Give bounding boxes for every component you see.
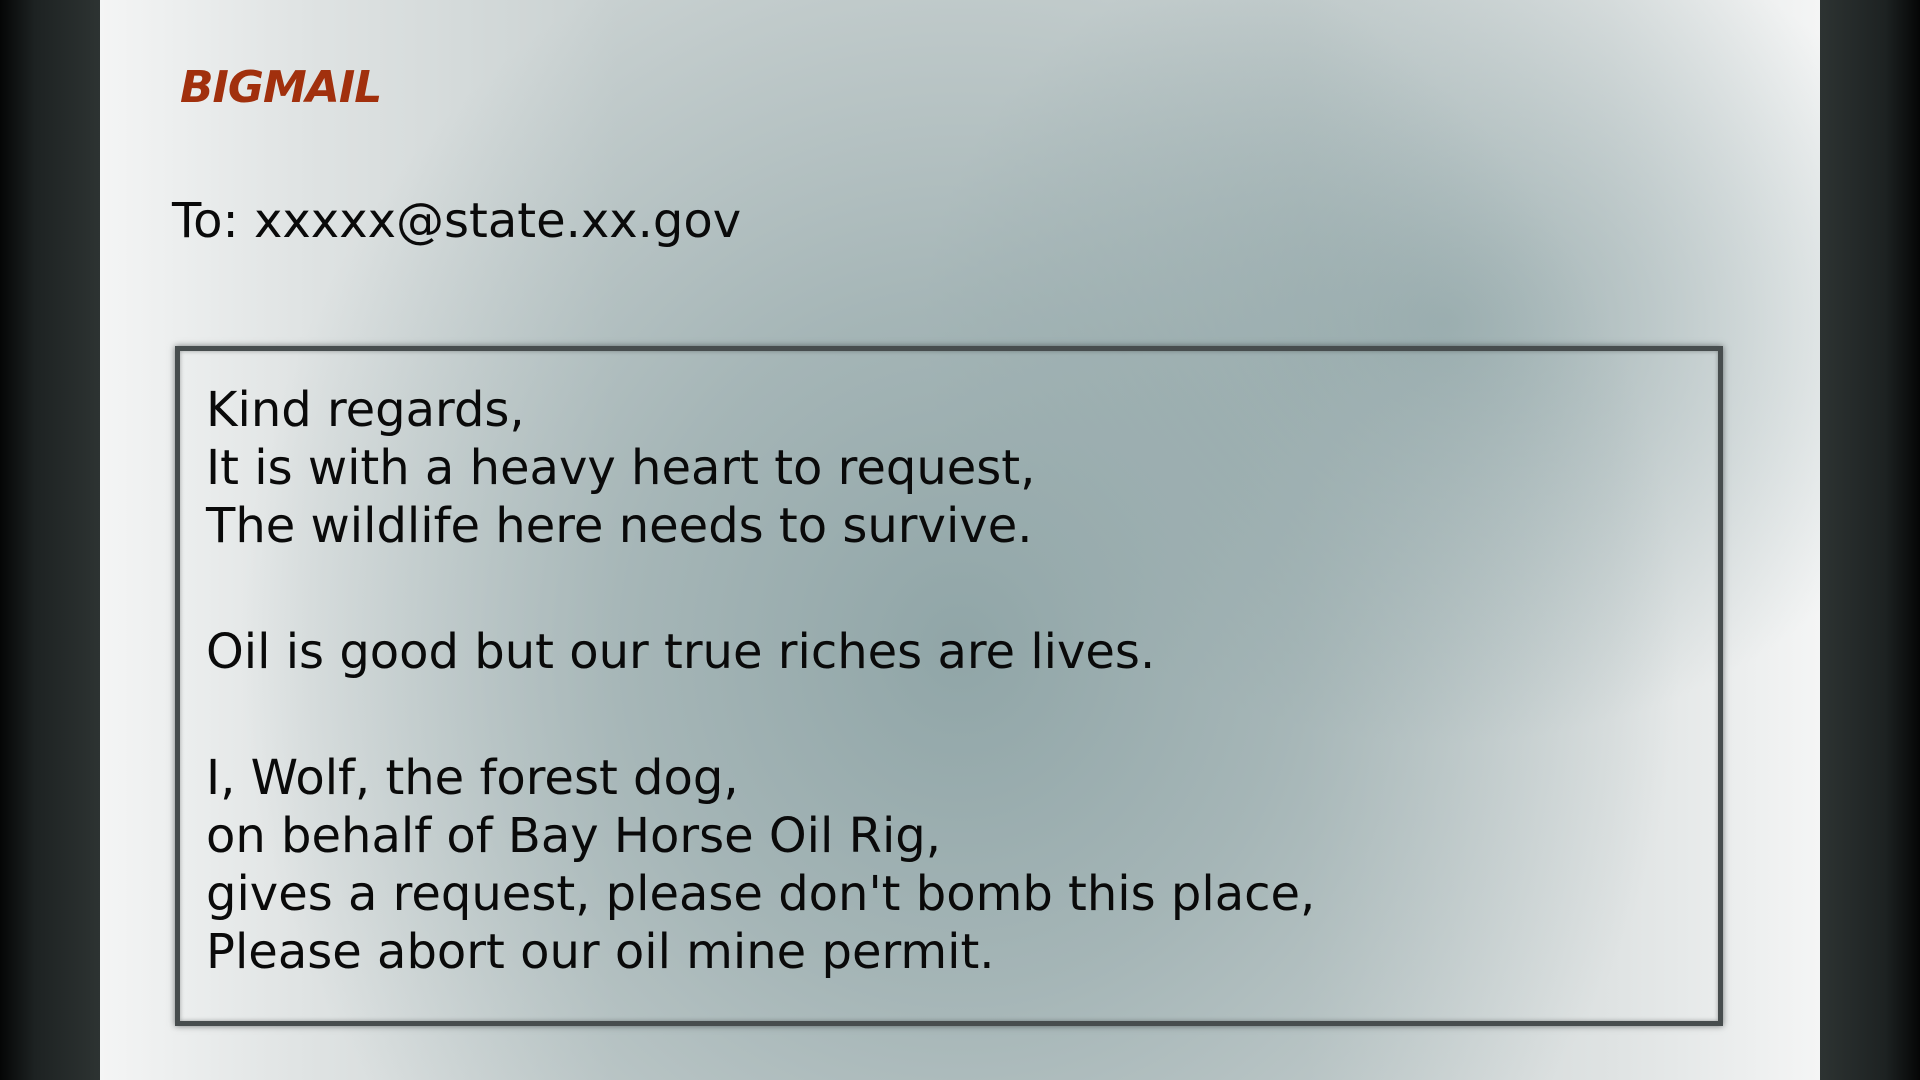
right-frame xyxy=(1820,0,1920,1080)
message-line: The wildlife here needs to survive. xyxy=(206,498,1033,554)
message-body-box[interactable]: Kind regards, It is with a heavy heart t… xyxy=(175,346,1723,1026)
message-line: I, Wolf, the forest dog, xyxy=(206,750,739,806)
brand-logo[interactable]: BIGMAIL xyxy=(180,62,382,113)
message-line: Oil is good but our true riches are live… xyxy=(206,624,1156,680)
left-frame xyxy=(0,0,100,1080)
message-paragraph: Kind regards, It is with a heavy heart t… xyxy=(206,381,1692,555)
message-text: Kind regards, It is with a heavy heart t… xyxy=(206,381,1692,981)
mail-window: BIGMAIL To: xxxxx@state.xx.gov Kind rega… xyxy=(100,0,1820,1080)
message-line: It is with a heavy heart to request, xyxy=(206,440,1036,496)
message-paragraph: Oil is good but our true riches are live… xyxy=(206,623,1692,681)
screen: BIGMAIL To: xxxxx@state.xx.gov Kind rega… xyxy=(0,0,1920,1080)
recipient-line: To: xxxxx@state.xx.gov xyxy=(172,193,741,249)
to-label: To: xyxy=(172,193,239,249)
message-line: Kind regards, xyxy=(206,382,525,438)
message-line: on behalf of Bay Horse Oil Rig, xyxy=(206,808,942,864)
message-line: Please abort our oil mine permit. xyxy=(206,924,995,980)
recipient-address[interactable]: xxxxx@state.xx.gov xyxy=(254,193,741,249)
message-line: gives a request, please don't bomb this … xyxy=(206,866,1316,922)
message-paragraph: I, Wolf, the forest dog, on behalf of Ba… xyxy=(206,749,1692,981)
